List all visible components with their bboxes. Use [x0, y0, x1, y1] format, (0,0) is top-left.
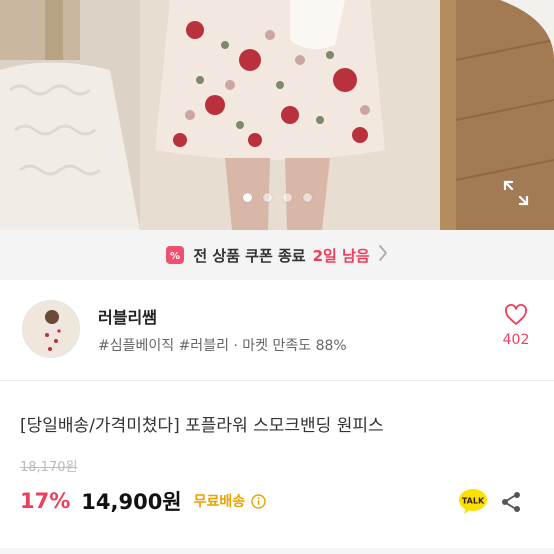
shop-satisfaction: · 마켓 만족도 88% [233, 338, 347, 354]
discount-rate: 17% [20, 489, 71, 513]
info-icon[interactable] [251, 493, 266, 509]
carousel-dot[interactable] [282, 193, 292, 202]
svg-text:TALK: TALK [462, 497, 485, 506]
product-title: [당일배송/가격미쳤다] 포플라워 스모크밴딩 원피스 [20, 416, 384, 436]
product-image[interactable] [0, 0, 554, 230]
carousel-dot[interactable] [262, 193, 272, 202]
expand-icon[interactable] [503, 180, 529, 206]
kakaotalk-icon[interactable]: TALK [458, 488, 488, 516]
coupon-banner[interactable]: % 전 상품 쿠폰 종료 2일 남음 [0, 230, 554, 280]
shop-name[interactable]: 러블리쌤 [98, 304, 157, 328]
shop-meta: #심플베이직 #러블리 · 마켓 만족도 88% [98, 335, 347, 355]
share-icon[interactable] [499, 490, 523, 514]
like-count: 402 [502, 332, 530, 348]
seller-avatar[interactable] [22, 300, 80, 358]
heart-icon [505, 304, 527, 325]
coupon-icon: % [166, 246, 185, 264]
carousel-dot[interactable] [302, 193, 312, 202]
coupon-days-left: 2일 남음 [312, 246, 370, 265]
section-divider [0, 380, 554, 381]
free-shipping-badge: 무료배송 [193, 494, 246, 510]
section-divider [0, 548, 554, 554]
chevron-right-icon [378, 244, 388, 266]
sale-price: 14,900원 [81, 490, 182, 514]
shop-tags[interactable]: #심플베이직 #러블리 [98, 338, 229, 354]
seller-section: 러블리쌤 #심플베이직 #러블리 · 마켓 만족도 88% 402 [0, 280, 554, 380]
original-price: 18,170원 [20, 460, 78, 475]
coupon-text: 전 상품 쿠폰 종료 [193, 246, 306, 265]
price-row: 17% 14,900원 무료배송 [20, 486, 266, 516]
like-button[interactable]: 402 [498, 304, 534, 348]
carousel-dot[interactable] [242, 193, 252, 202]
carousel-indicator [0, 193, 554, 202]
svg-text:%: % [170, 251, 180, 261]
